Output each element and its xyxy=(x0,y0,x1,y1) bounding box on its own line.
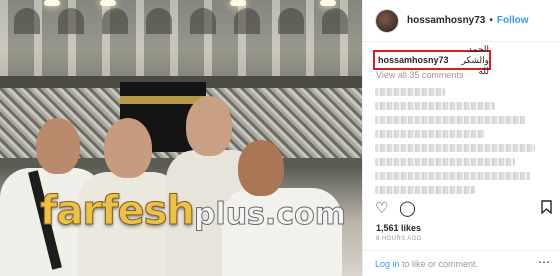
blurred-comment xyxy=(375,158,515,166)
caption-highlight-box: hossamhosny73 الحمد والشكر لله xyxy=(373,44,491,76)
arch xyxy=(234,8,260,34)
blurred-comment xyxy=(375,186,475,194)
arch xyxy=(146,8,172,34)
login-footer: Log in to like or comment. xyxy=(363,250,560,276)
post-actions: ♡ ◯ xyxy=(371,200,552,220)
ceiling-light xyxy=(100,0,116,6)
blurred-comment xyxy=(375,144,535,152)
blurred-comment xyxy=(375,88,445,96)
person-head xyxy=(36,118,80,174)
post-timestamp: 8 HOURS AGO xyxy=(376,236,422,242)
site-watermark: farfeshplus.com xyxy=(40,188,347,235)
blurred-comment xyxy=(375,102,495,110)
follow-button[interactable]: Follow xyxy=(497,15,529,26)
bookmark-icon[interactable] xyxy=(541,200,552,217)
person-head xyxy=(186,96,232,156)
arch xyxy=(58,8,84,34)
caption-username[interactable]: hossamhosny73 xyxy=(378,55,449,65)
heart-icon[interactable]: ♡ xyxy=(375,200,388,216)
post-side-panel: hossamhosny73 • Follow hossamhosny73 الح… xyxy=(362,0,560,276)
view-comments-link[interactable]: View all 35 comments xyxy=(376,70,463,80)
watermark-sub: plus.com xyxy=(193,197,346,233)
more-options-icon[interactable]: ⋯ xyxy=(538,255,550,269)
arch xyxy=(102,8,128,34)
blurred-comment xyxy=(375,116,525,124)
avatar[interactable] xyxy=(375,8,399,33)
arch xyxy=(190,8,216,34)
arch xyxy=(322,8,348,34)
header-separator: • xyxy=(489,15,493,26)
person-head xyxy=(104,118,152,178)
mosque-arcade xyxy=(0,0,362,78)
likes-count[interactable]: 1,561 likes xyxy=(376,223,421,233)
login-link[interactable]: Log in xyxy=(375,259,400,269)
login-suffix: to like or comment. xyxy=(399,258,479,269)
ceiling-light xyxy=(230,0,246,6)
comment-icon[interactable]: ◯ xyxy=(399,200,416,216)
ceiling-light xyxy=(320,0,336,6)
arch xyxy=(278,8,304,34)
ceiling-light xyxy=(44,0,60,6)
watermark-main: farfesh xyxy=(40,188,196,235)
blurred-comment xyxy=(375,130,485,138)
post-username[interactable]: hossamhosny73 xyxy=(407,15,485,26)
post-header: hossamhosny73 • Follow xyxy=(363,0,560,42)
post-photo[interactable]: farfeshplus.com xyxy=(0,0,362,276)
arch xyxy=(14,8,40,34)
blurred-comment xyxy=(375,172,530,180)
